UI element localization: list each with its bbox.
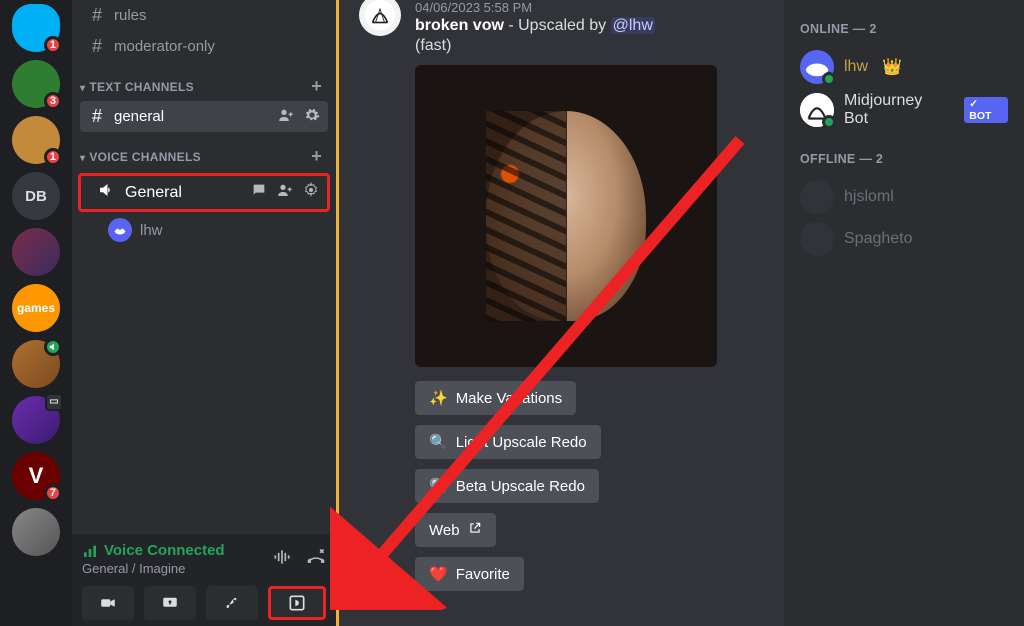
message-tail: (fast) [415, 37, 764, 55]
add-channel-button[interactable]: + [311, 76, 322, 97]
channel-label: rules [114, 7, 147, 24]
button-emoji: 🔍 [429, 433, 448, 451]
crown-icon: 👑 [882, 57, 902, 77]
button-emoji: ❤️ [429, 565, 448, 583]
server-abstract[interactable] [12, 228, 60, 276]
member-list: ONLINE — 2 lhw 👑 Midjourney Bot ✓ BOT OFFLI… [784, 0, 1024, 626]
hash-icon: # [88, 5, 106, 26]
status-dot [822, 72, 836, 86]
server-games[interactable]: games [12, 284, 60, 332]
action-web[interactable]: Web [415, 513, 496, 547]
generated-image[interactable] [415, 65, 717, 367]
button-emoji: 🔍 [429, 477, 448, 495]
server-v[interactable]: V7 [12, 452, 60, 500]
server-food[interactable] [12, 340, 60, 388]
unread-badge: 7 [44, 484, 62, 502]
voice-connected-status[interactable]: Voice Connected [82, 542, 225, 559]
chat-main: 04/06/2023 5:58 PM broken vow - Upscaled… [336, 0, 784, 626]
external-link-icon [468, 521, 482, 539]
bot-tag: ✓ BOT [964, 97, 1008, 123]
avatar [800, 180, 834, 214]
category-voice-channels[interactable]: ▾VOICE CHANNELS + [72, 132, 336, 171]
member-lhw[interactable]: lhw 👑 [794, 46, 1014, 88]
chat-icon[interactable] [251, 182, 267, 203]
user-mention[interactable]: @lhw [611, 17, 655, 34]
member-name: hjsloml [844, 188, 894, 206]
disconnect-icon[interactable] [306, 547, 326, 572]
action-buttons: ✨Make Variations 🔍Light Upscale Redo 🔍Beta… [415, 381, 764, 591]
hash-icon: # [88, 106, 106, 127]
bot-avatar[interactable] [359, 0, 401, 36]
prompt-text: broken vow [415, 17, 504, 34]
event-indicator-icon: ▭ [45, 393, 63, 411]
channel-sidebar: # rules # moderator-only ▾TEXT CHANNELS … [72, 0, 336, 626]
unread-badge: 1 [44, 148, 62, 166]
add-channel-button[interactable]: + [311, 146, 322, 167]
channel-label: general [114, 108, 164, 125]
camera-button[interactable] [82, 586, 134, 620]
voice-channel-general[interactable]: General [78, 173, 330, 212]
server-last[interactable] [12, 508, 60, 556]
server-rail: 1 3 1 DB games ▭ V7 [0, 0, 72, 626]
voice-status-panel: Voice Connected General / Imagine [72, 534, 336, 626]
avatar [800, 222, 834, 256]
voice-user-name: lhw [140, 222, 163, 239]
share-screen-button[interactable] [144, 586, 196, 620]
action-make-variations[interactable]: ✨Make Variations [415, 381, 576, 415]
member-name: Spagheto [844, 230, 913, 248]
invite-icon[interactable] [278, 107, 294, 127]
signal-icon [82, 543, 98, 559]
action-favorite[interactable]: ❤️Favorite [415, 557, 524, 591]
message-content: broken vow - Upscaled by @lhw [415, 17, 764, 35]
category-text-channels[interactable]: ▾TEXT CHANNELS + [72, 62, 336, 101]
message: 04/06/2023 5:58 PM broken vow - Upscaled… [359, 0, 764, 591]
unread-badge: 3 [44, 92, 62, 110]
member-name: Midjourney Bot [844, 92, 950, 128]
channel-rules[interactable]: # rules [72, 0, 336, 31]
invite-icon[interactable] [277, 182, 293, 203]
online-header: ONLINE — 2 [800, 22, 1008, 36]
offline-header: OFFLINE — 2 [800, 152, 1008, 166]
avatar [108, 218, 132, 242]
status-dot [822, 115, 836, 129]
voice-channel-label: General [125, 184, 182, 202]
rocket-button[interactable] [206, 586, 258, 620]
chevron-down-icon: ▾ [80, 153, 85, 164]
voice-channel-path[interactable]: General / Imagine [82, 561, 225, 576]
voice-user-lhw[interactable]: lhw [72, 214, 336, 246]
message-timestamp: 04/06/2023 5:58 PM [415, 0, 764, 15]
channel-label: moderator-only [114, 38, 215, 55]
gear-icon[interactable] [303, 182, 319, 203]
member-midjourney-bot[interactable]: Midjourney Bot ✓ BOT [794, 88, 1014, 132]
soundboard-button[interactable] [268, 586, 326, 620]
hash-icon: # [88, 36, 106, 57]
member-spagheto[interactable]: Spagheto [794, 218, 1014, 260]
server-purple[interactable]: ▭ [12, 396, 60, 444]
voice-indicator-icon [44, 338, 62, 356]
server-cat[interactable]: 1 [12, 116, 60, 164]
channel-moderator-only[interactable]: # moderator-only [72, 31, 336, 62]
server-db[interactable]: DB [12, 172, 60, 220]
action-light-upscale-redo[interactable]: 🔍Light Upscale Redo [415, 425, 601, 459]
server-blob[interactable]: 1 [12, 4, 60, 52]
noise-suppression-icon[interactable] [272, 547, 292, 572]
channel-general[interactable]: # general [80, 101, 328, 132]
button-emoji: ✨ [429, 389, 448, 407]
speaker-icon [97, 181, 115, 204]
action-beta-upscale-redo[interactable]: 🔍Beta Upscale Redo [415, 469, 599, 503]
avatar [800, 93, 834, 127]
gear-icon[interactable] [304, 107, 320, 127]
unread-badge: 1 [44, 36, 62, 54]
member-name: lhw [844, 58, 868, 76]
chevron-down-icon: ▾ [80, 83, 85, 94]
member-hjsloml[interactable]: hjsloml [794, 176, 1014, 218]
server-turtle[interactable]: 3 [12, 60, 60, 108]
avatar [800, 50, 834, 84]
